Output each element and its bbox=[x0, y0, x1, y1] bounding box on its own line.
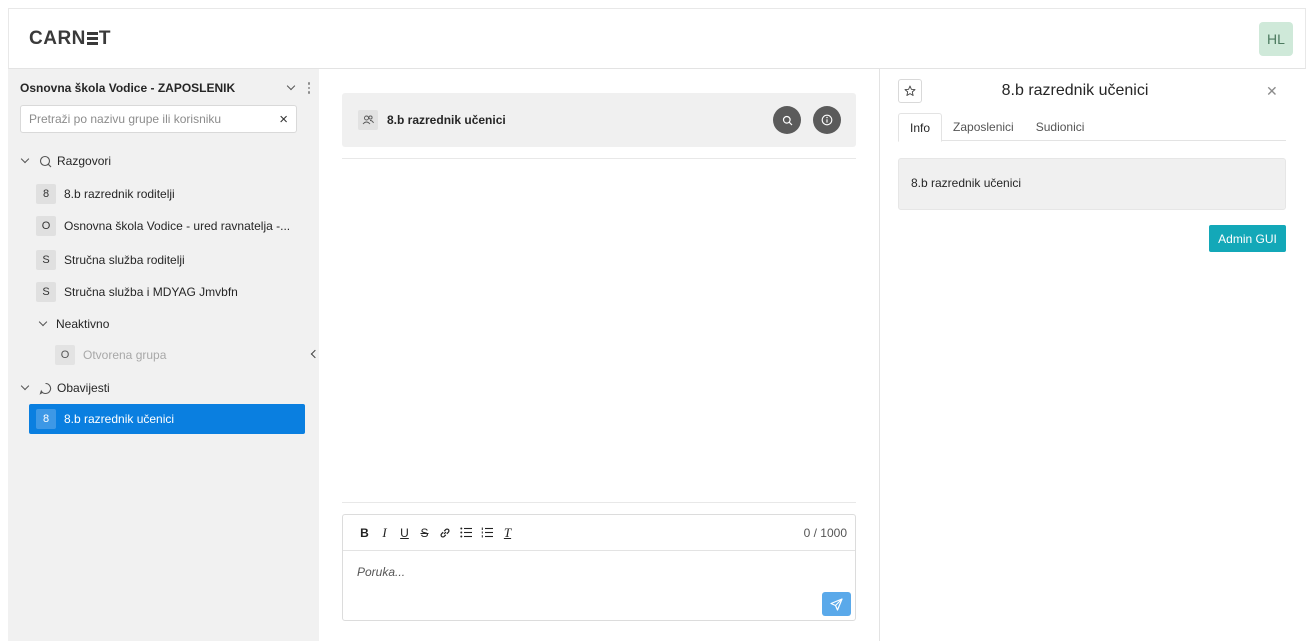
strikethrough-button[interactable]: S bbox=[419, 526, 430, 540]
bullet-list-icon[interactable] bbox=[460, 527, 472, 538]
divider bbox=[342, 158, 856, 159]
chat-title: 8.b razrednik učenici bbox=[387, 113, 506, 127]
user-avatar[interactable]: HL bbox=[1259, 21, 1293, 56]
tab-sudionici[interactable]: Sudionici bbox=[1025, 113, 1096, 141]
list-item-label: Otvorena grupa bbox=[83, 348, 167, 362]
chevron-down-icon bbox=[38, 319, 48, 329]
chat-search-icon bbox=[38, 154, 52, 168]
section-neaktivno[interactable]: Neaktivno bbox=[38, 312, 109, 336]
group-badge: 8 bbox=[36, 409, 56, 429]
message-editor: B I U S T 0 / 1000 bbox=[342, 514, 856, 621]
group-badge: S bbox=[36, 282, 56, 302]
clear-search-icon[interactable]: × bbox=[279, 112, 288, 127]
panel-title: 8.b razrednik učenici bbox=[1001, 82, 1149, 99]
group-users-icon bbox=[358, 110, 378, 130]
info-icon bbox=[821, 114, 833, 126]
info-box: 8.b razrednik učenici bbox=[898, 158, 1286, 210]
search-input[interactable] bbox=[29, 112, 269, 126]
list-item-label: 8.b razrednik učenici bbox=[64, 412, 175, 426]
panel-divider bbox=[879, 69, 880, 641]
chevron-down-icon bbox=[20, 156, 30, 166]
chevron-down-icon bbox=[20, 383, 30, 393]
group-badge: O bbox=[36, 216, 56, 236]
list-item-label: Stručna služba i MDYAG Jmvbfn bbox=[64, 285, 238, 299]
section-obavijesti[interactable]: Obavijesti bbox=[20, 376, 110, 400]
list-item[interactable]: 8 8.b razrednik roditelji bbox=[29, 179, 305, 209]
search-button[interactable] bbox=[773, 106, 801, 134]
close-icon[interactable]: ✕ bbox=[1266, 83, 1278, 100]
tab-zaposlenici[interactable]: Zaposlenici bbox=[942, 113, 1025, 141]
search-icon bbox=[782, 115, 792, 125]
char-counter: 0 / 1000 bbox=[803, 525, 847, 540]
admin-gui-button[interactable]: Admin GUI bbox=[1209, 225, 1286, 252]
list-item-label: Osnovna škola Vodice - ured ravnatelja -… bbox=[64, 219, 291, 233]
editor-toolbar: B I U S T 0 / 1000 bbox=[343, 515, 855, 551]
message-input[interactable] bbox=[357, 565, 797, 579]
info-text: 8.b razrednik učenici bbox=[911, 176, 1022, 190]
school-title: Osnovna škola Vodice - ZAPOSLENIK bbox=[20, 81, 236, 95]
carnet-logo[interactable]: CARN T bbox=[29, 28, 111, 50]
list-item[interactable]: S Stručna služba roditelji bbox=[29, 245, 305, 275]
tab-info[interactable]: Info bbox=[898, 113, 943, 142]
numbered-list-icon[interactable] bbox=[481, 527, 493, 538]
list-item[interactable]: S Stručna služba i MDYAG Jmvbfn bbox=[29, 277, 305, 307]
send-icon bbox=[830, 597, 843, 611]
group-badge: O bbox=[55, 345, 75, 365]
underline-button[interactable]: U bbox=[399, 526, 410, 540]
sidebar-header: Osnovna škola Vodice - ZAPOSLENIK bbox=[20, 81, 310, 95]
chat-bubble-icon bbox=[38, 381, 52, 395]
italic-button[interactable]: I bbox=[379, 525, 390, 541]
sidebar: Osnovna škola Vodice - ZAPOSLENIK × Razg… bbox=[8, 69, 319, 641]
top-bar: CARN T HL bbox=[8, 8, 1306, 69]
more-vertical-icon[interactable] bbox=[307, 82, 310, 94]
group-badge: S bbox=[36, 250, 56, 270]
bold-button[interactable]: B bbox=[359, 526, 370, 540]
list-item[interactable]: O Osnovna škola Vodice - ured ravnatelja… bbox=[29, 211, 305, 241]
group-badge: 8 bbox=[36, 184, 56, 204]
send-button[interactable] bbox=[822, 592, 851, 616]
clear-format-button[interactable]: T bbox=[502, 525, 513, 541]
link-icon[interactable] bbox=[439, 527, 451, 539]
chat-header: 8.b razrednik učenici bbox=[342, 93, 856, 147]
list-item-label: Stručna služba roditelji bbox=[64, 253, 185, 267]
list-item-label: 8.b razrednik roditelji bbox=[64, 187, 175, 201]
panel-tabs: Info Zaposlenici Sudionici bbox=[898, 113, 1286, 142]
list-item[interactable]: 8 8.b razrednik učenici bbox=[29, 404, 305, 434]
section-razgovori[interactable]: Razgovori bbox=[20, 149, 111, 173]
info-button[interactable] bbox=[813, 106, 841, 134]
chevron-down-icon[interactable] bbox=[286, 83, 296, 93]
divider bbox=[342, 502, 856, 503]
collapse-sidebar-icon[interactable] bbox=[310, 351, 318, 359]
search-box: × bbox=[20, 105, 297, 133]
list-item[interactable]: O Otvorena grupa bbox=[48, 340, 303, 370]
